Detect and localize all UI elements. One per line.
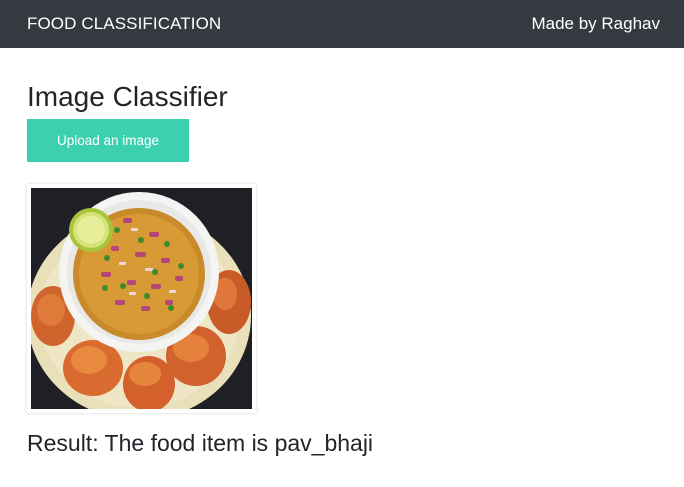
page-title: Image Classifier <box>27 81 228 112</box>
uploaded-image-thumbnail <box>27 184 256 413</box>
navbar: FOOD CLASSIFICATION Made by Raghav <box>0 0 684 48</box>
navbar-credit: Made by Raghav <box>531 14 660 33</box>
result-text: Result: The food item is pav_bhaji <box>27 430 374 456</box>
uploaded-food-image <box>31 188 252 409</box>
upload-image-button[interactable]: Upload an image <box>27 119 189 162</box>
navbar-brand[interactable]: FOOD CLASSIFICATION <box>27 14 221 34</box>
